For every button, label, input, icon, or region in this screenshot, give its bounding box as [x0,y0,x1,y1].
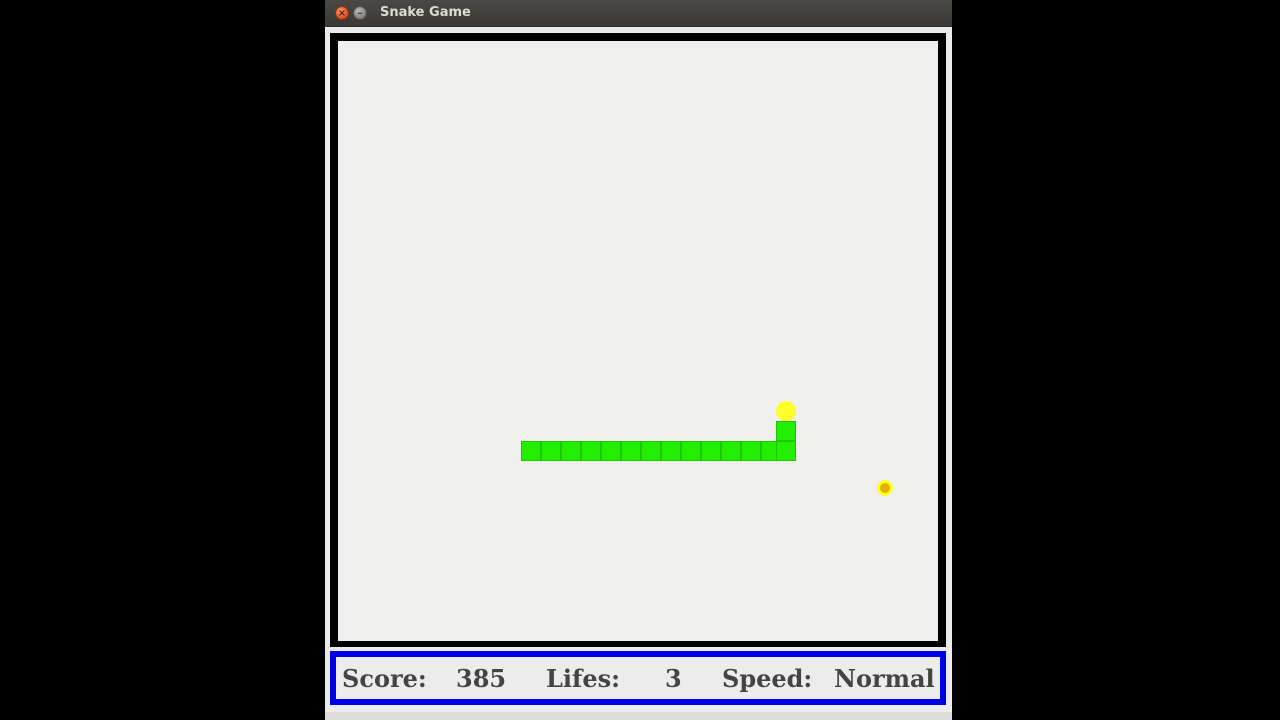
score-value: 385 [456,664,507,693]
snake-segment [721,441,741,461]
window-title: Snake Game [380,5,471,20]
minimize-icon[interactable]: – [353,6,367,20]
snake-segment [541,441,561,461]
lifes-value: 3 [665,664,682,693]
game-window: × – Snake Game Score: 385 Lifes: 3 Speed… [325,0,952,720]
status-bar: Score: 385 Lifes: 3 Speed: Normal [330,651,946,705]
close-icon[interactable]: × [335,6,349,20]
game-board-frame [330,33,946,647]
snake-segment [601,441,621,461]
snake-segment [661,441,681,461]
snake-segment [776,421,796,441]
snake-segment [561,441,581,461]
title-bar[interactable]: × – Snake Game [325,0,952,27]
food-item [877,480,893,496]
snake-segment [521,441,541,461]
lifes-label: Lifes: [546,664,620,693]
snake-segment [701,441,721,461]
snake-segment [641,441,661,461]
game-board[interactable] [338,41,938,641]
snake-segment [741,441,761,461]
window-bottom-edge [325,712,952,720]
snake-segment [681,441,701,461]
score-label: Score: [342,664,427,693]
snake-segment [581,441,601,461]
speed-label: Speed: [722,664,813,693]
snake-segment [621,441,641,461]
snake-head [776,401,796,421]
speed-value: Normal [834,664,935,693]
status-panel: Score: 385 Lifes: 3 Speed: Normal [336,657,940,699]
snake-segment [776,441,796,461]
